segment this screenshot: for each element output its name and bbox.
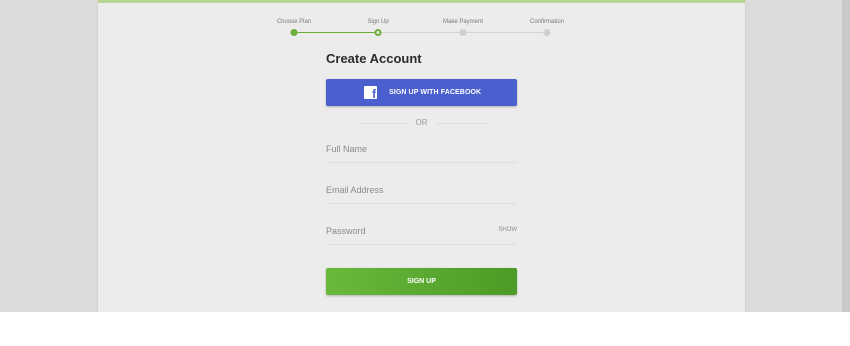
facebook-signup-button[interactable]: f SIGN UP WITH FACEBOOK bbox=[326, 79, 517, 106]
or-divider: OR bbox=[326, 117, 517, 129]
page-title: Create Account bbox=[326, 51, 422, 66]
step-dot-sign-up bbox=[374, 29, 382, 36]
facebook-icon-glyph: f bbox=[372, 87, 376, 101]
facebook-icon: f bbox=[364, 86, 377, 101]
or-text: OR bbox=[415, 118, 428, 127]
step-label-confirmation: Confirmation bbox=[529, 19, 565, 25]
step-dot-confirmation bbox=[543, 29, 551, 36]
email-placeholder: Email Address bbox=[326, 185, 384, 195]
step-label-choose-plan: Choose Plan bbox=[276, 19, 312, 25]
full-name-field[interactable]: Full Name bbox=[326, 140, 517, 163]
step-dot-choose-plan bbox=[290, 29, 298, 36]
step-label-make-payment: Make Payment bbox=[442, 19, 484, 25]
facebook-signup-label: SIGN UP WITH FACEBOOK bbox=[389, 89, 482, 96]
scrollbar[interactable] bbox=[842, 0, 850, 312]
step-dot-make-payment bbox=[459, 29, 467, 36]
signup-card: Choose Plan Sign Up Make Payment Confirm… bbox=[97, 0, 746, 312]
progress-stepper: Choose Plan Sign Up Make Payment Confirm… bbox=[98, 0, 745, 40]
divider-line-right bbox=[437, 123, 489, 124]
password-field[interactable]: Password SHOW bbox=[326, 222, 517, 245]
full-name-placeholder: Full Name bbox=[326, 144, 368, 154]
step-label-sign-up: Sign Up bbox=[367, 19, 389, 25]
email-field[interactable]: Email Address bbox=[326, 181, 517, 204]
signup-button[interactable]: SIGN UP bbox=[326, 268, 517, 295]
browser-viewport: Choose Plan Sign Up Make Payment Confirm… bbox=[0, 0, 850, 312]
show-password-toggle[interactable]: SHOW bbox=[498, 227, 517, 233]
divider-line-left bbox=[358, 123, 406, 124]
signup-button-label: SIGN UP bbox=[407, 278, 436, 285]
stepper-line-complete bbox=[294, 32, 378, 33]
password-placeholder: Password bbox=[326, 226, 366, 236]
